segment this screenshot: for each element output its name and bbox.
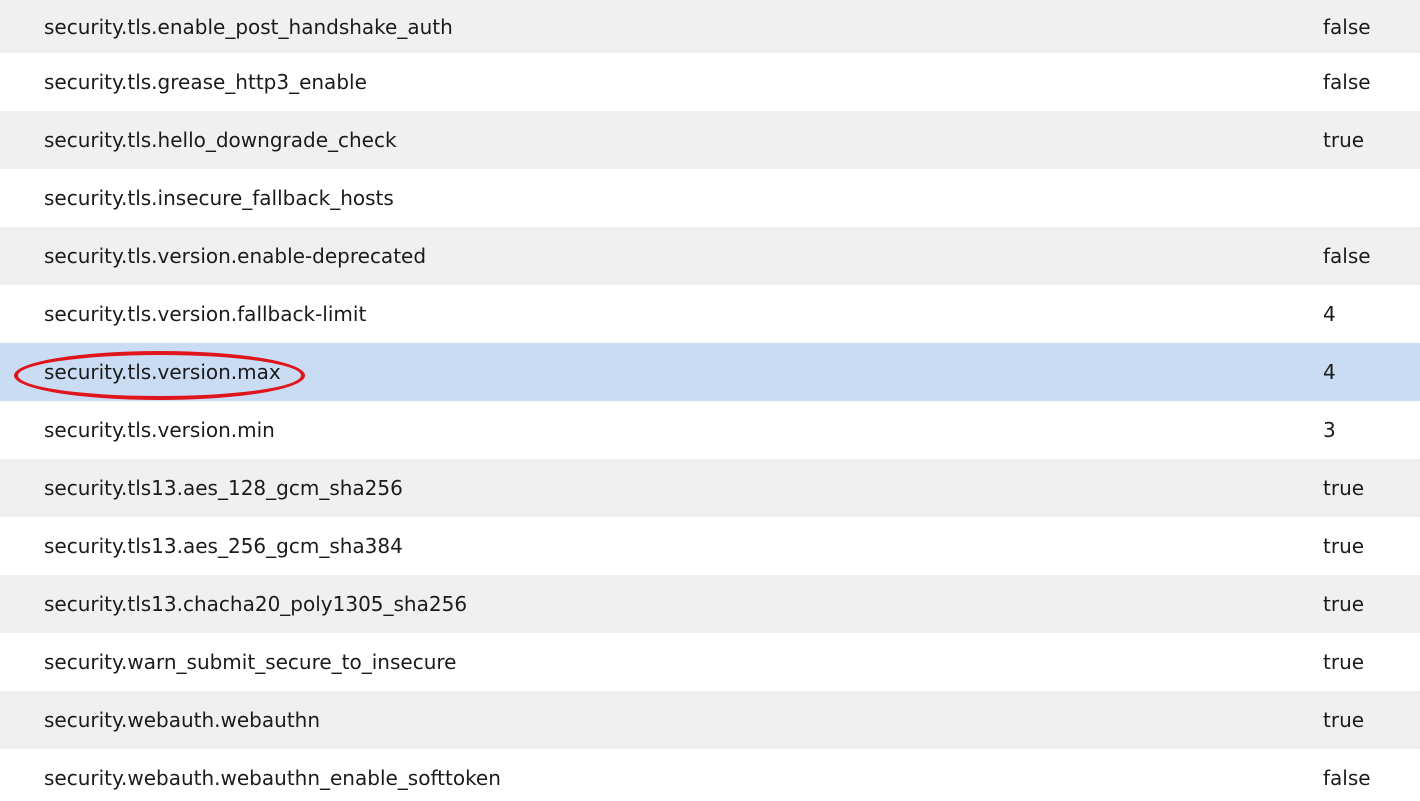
pref-name: security.tls.version.enable-deprecated: [44, 244, 427, 268]
pref-value: true: [1323, 708, 1365, 732]
pref-row[interactable]: security.webauth.webauthn true: [0, 691, 1420, 749]
pref-row-selected[interactable]: security.tls.version.max 4: [0, 343, 1420, 401]
preferences-list: security.tls.enable_post_handshake_auth …: [0, 0, 1420, 801]
pref-name: security.tls.hello_downgrade_check: [44, 128, 397, 152]
pref-row[interactable]: security.tls13.aes_256_gcm_sha384 true: [0, 517, 1420, 575]
pref-value: true: [1323, 128, 1365, 152]
pref-value: false: [1323, 70, 1371, 94]
pref-row[interactable]: security.webauth.webauthn_enable_softtok…: [0, 749, 1420, 801]
pref-name: security.tls13.aes_256_gcm_sha384: [44, 534, 403, 558]
pref-value: 3: [1323, 418, 1336, 442]
pref-row[interactable]: security.tls.hello_downgrade_check true: [0, 111, 1420, 169]
pref-value: false: [1323, 14, 1371, 39]
pref-name: security.tls.insecure_fallback_hosts: [44, 186, 394, 210]
pref-name: security.tls.grease_http3_enable: [44, 70, 367, 94]
pref-name: security.tls.version.min: [44, 418, 275, 442]
pref-name: security.tls13.aes_128_gcm_sha256: [44, 476, 403, 500]
pref-name: security.tls.version.fallback-limit: [44, 302, 367, 326]
pref-value: true: [1323, 650, 1365, 674]
pref-value: false: [1323, 766, 1371, 790]
pref-value: false: [1323, 244, 1371, 268]
pref-row[interactable]: security.tls.grease_http3_enable false: [0, 53, 1420, 111]
pref-value: 4: [1323, 302, 1336, 326]
pref-row[interactable]: security.tls.version.fallback-limit 4: [0, 285, 1420, 343]
pref-row[interactable]: security.tls.version.enable-deprecated f…: [0, 227, 1420, 285]
pref-value: true: [1323, 534, 1365, 558]
pref-value: true: [1323, 592, 1365, 616]
pref-name: security.webauth.webauthn: [44, 708, 321, 732]
pref-name: security.tls.enable_post_handshake_auth: [44, 14, 453, 39]
pref-row[interactable]: security.tls.enable_post_handshake_auth …: [0, 0, 1420, 53]
pref-value: true: [1323, 476, 1365, 500]
pref-name: security.tls.version.max: [44, 360, 281, 384]
pref-name: security.tls13.chacha20_poly1305_sha256: [44, 592, 468, 616]
pref-row[interactable]: security.tls.insecure_fallback_hosts: [0, 169, 1420, 227]
pref-value: 4: [1323, 360, 1336, 384]
pref-name: security.webauth.webauthn_enable_softtok…: [44, 766, 501, 790]
pref-row[interactable]: security.tls.version.min 3: [0, 401, 1420, 459]
pref-row[interactable]: security.tls13.aes_128_gcm_sha256 true: [0, 459, 1420, 517]
pref-row[interactable]: security.tls13.chacha20_poly1305_sha256 …: [0, 575, 1420, 633]
pref-name: security.warn_submit_secure_to_insecure: [44, 650, 457, 674]
pref-row[interactable]: security.warn_submit_secure_to_insecure …: [0, 633, 1420, 691]
